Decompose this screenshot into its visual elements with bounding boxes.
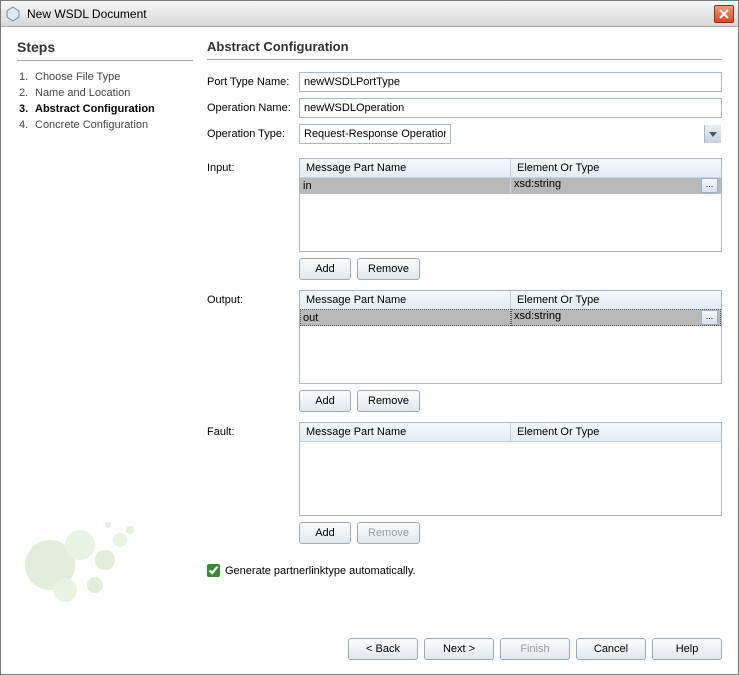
output-label: Output: [207,290,299,412]
titlebar: New WSDL Document [1,1,738,27]
step-item: 1.Choose File Type [19,71,193,83]
table-header[interactable]: Message Part Name [300,423,511,441]
help-button[interactable]: Help [652,638,722,660]
main-title: Abstract Configuration [207,39,722,60]
close-button[interactable] [714,5,734,23]
remove-button: Remove [357,522,420,544]
operation-type-label: Operation Type: [207,128,299,140]
back-button[interactable]: < Back [348,638,418,660]
table-header[interactable]: Element Or Type [511,291,722,309]
next-button[interactable]: Next > [424,638,494,660]
operation-name-input[interactable] [299,98,722,118]
output-table[interactable]: Message Part Name Element Or Type out xs… [299,290,722,384]
operation-type-select[interactable] [299,124,451,144]
finish-button: Finish [500,638,570,660]
table-row[interactable]: out xsd:string... [300,309,721,326]
add-button[interactable]: Add [299,258,351,280]
table-row[interactable]: in xsd:string... [300,177,721,194]
main-panel: Abstract Configuration Port Type Name: O… [207,39,722,616]
table-header[interactable]: Message Part Name [300,159,511,177]
fault-label: Fault: [207,422,299,544]
add-button[interactable]: Add [299,390,351,412]
step-item: 2.Name and Location [19,87,193,99]
titlebar-title: New WSDL Document [27,7,714,21]
close-icon [719,9,729,19]
operation-name-label: Operation Name: [207,102,299,114]
browse-button[interactable]: ... [701,310,718,325]
input-label: Input: [207,158,299,280]
chevron-down-icon [704,125,721,143]
generate-partnerlink-label: Generate partnerlinktype automatically. [225,565,416,577]
step-item-current: 3.Abstract Configuration [19,103,193,115]
port-type-input[interactable] [299,72,722,92]
dialog-body: Steps 1.Choose File Type 2.Name and Loca… [1,27,738,628]
table-header[interactable]: Message Part Name [300,291,511,309]
browse-button[interactable]: ... [701,178,718,193]
footer: < Back Next > Finish Cancel Help [1,628,738,674]
port-type-label: Port Type Name: [207,76,299,88]
fault-table[interactable]: Message Part Name Element Or Type [299,422,722,516]
generate-partnerlink-checkbox[interactable] [207,564,220,577]
step-item: 4.Concrete Configuration [19,119,193,131]
table-header[interactable]: Element Or Type [511,423,722,441]
dialog-window: New WSDL Document Steps 1.Choose File Ty… [0,0,739,675]
cancel-button[interactable]: Cancel [576,638,646,660]
sidebar-title: Steps [17,39,193,61]
app-icon [5,6,21,22]
sidebar: Steps 1.Choose File Type 2.Name and Loca… [17,39,193,616]
remove-button[interactable]: Remove [357,258,420,280]
add-button[interactable]: Add [299,522,351,544]
table-header[interactable]: Element Or Type [511,159,722,177]
input-table[interactable]: Message Part Name Element Or Type in xsd… [299,158,722,252]
steps-list: 1.Choose File Type 2.Name and Location 3… [17,71,193,131]
remove-button[interactable]: Remove [357,390,420,412]
